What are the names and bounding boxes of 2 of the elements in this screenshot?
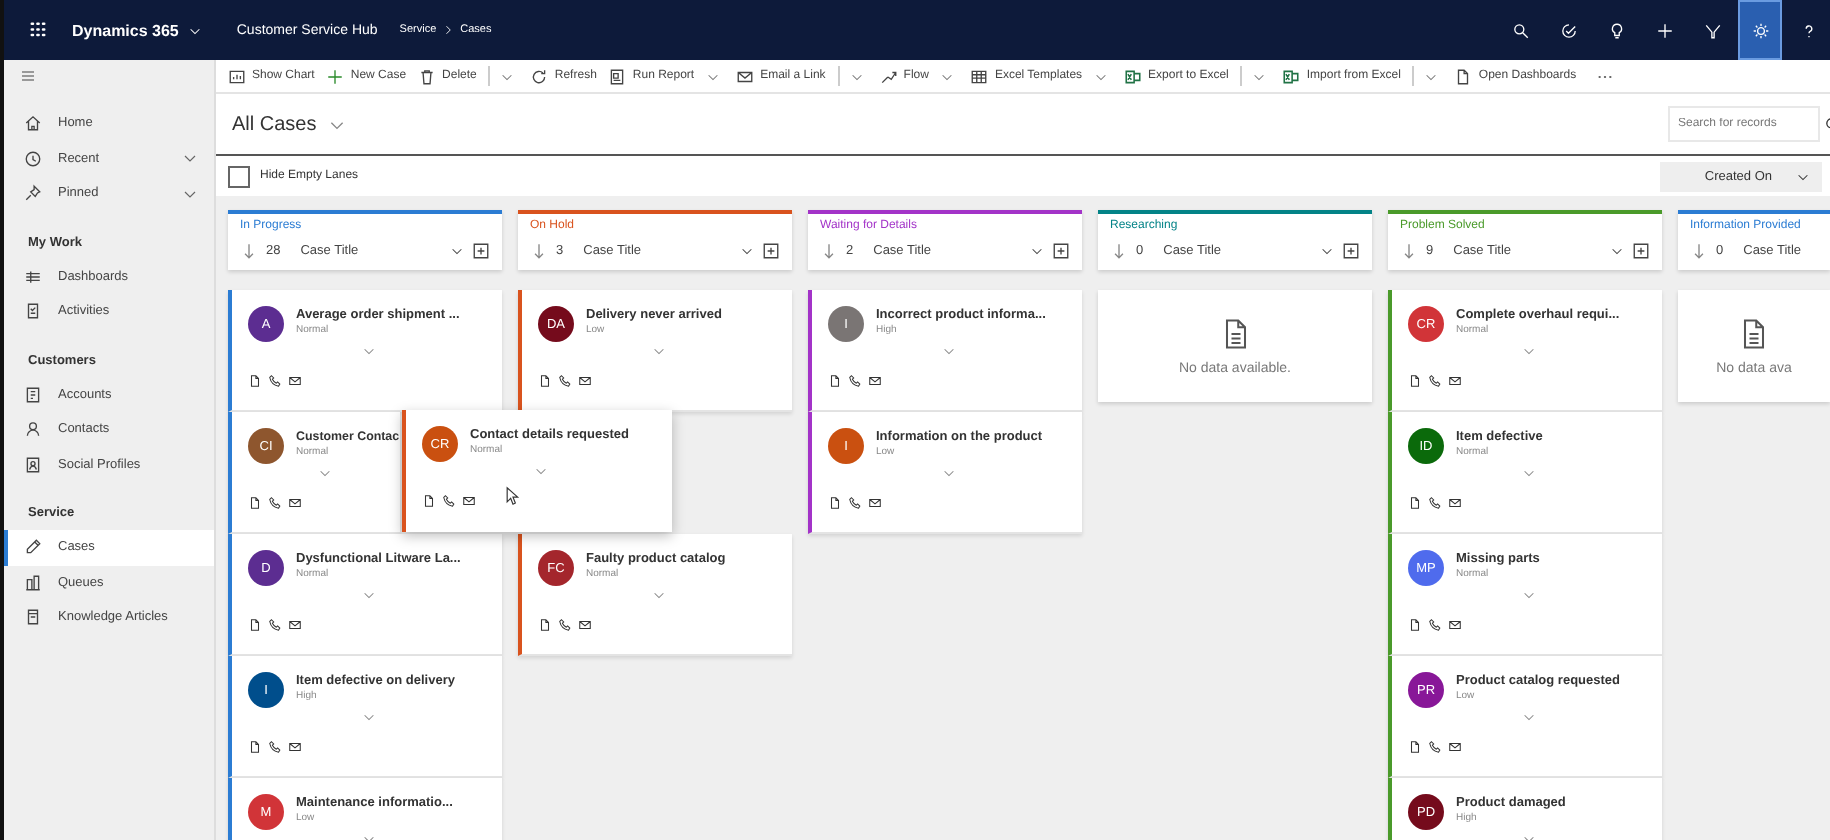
view-selector[interactable]: All Cases <box>232 113 347 135</box>
app-name[interactable]: Dynamics 365 <box>72 21 179 39</box>
